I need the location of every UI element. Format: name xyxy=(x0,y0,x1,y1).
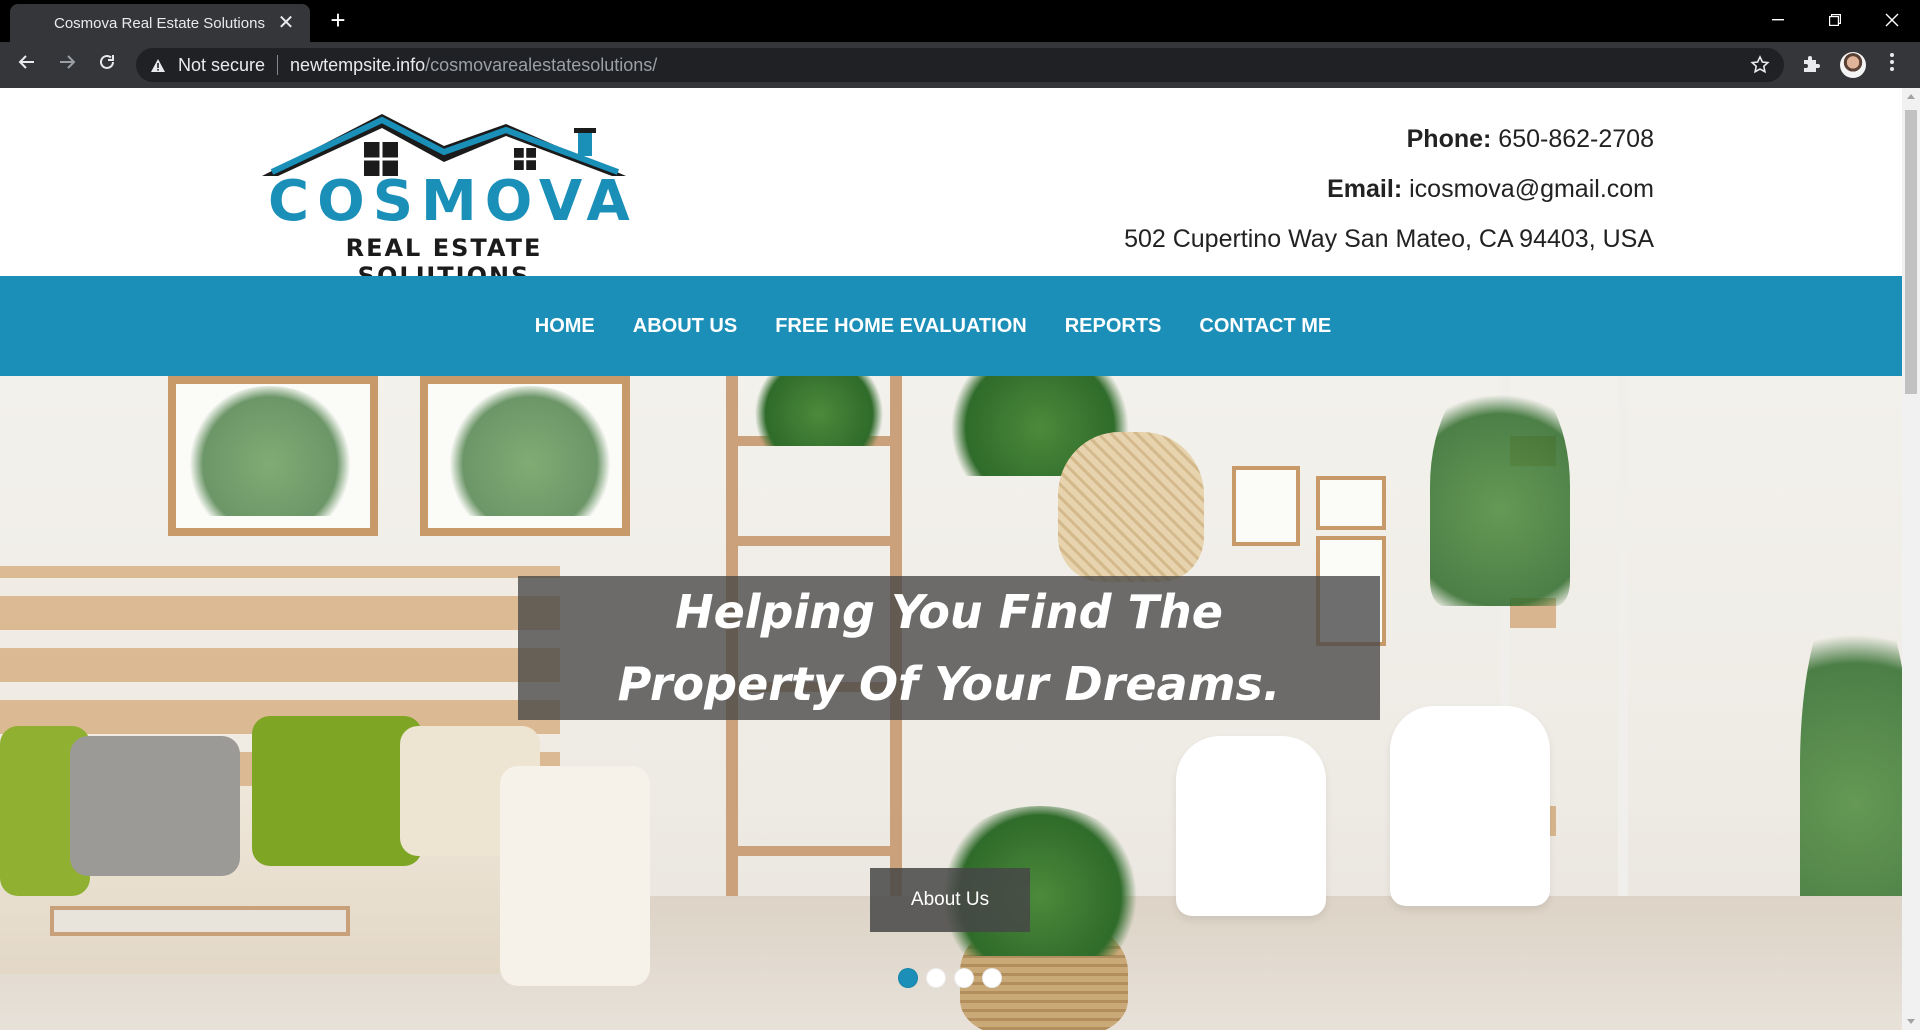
warning-icon xyxy=(150,56,168,74)
nav-free-home-evaluation[interactable]: FREE HOME EVALUATION xyxy=(775,315,1026,338)
scroll-up-arrow-icon[interactable] xyxy=(1907,94,1915,99)
white-chair xyxy=(1176,736,1326,916)
fur-pillow xyxy=(70,736,240,876)
bookmark-star-icon[interactable] xyxy=(1750,55,1770,78)
nav-reports[interactable]: REPORTS xyxy=(1065,315,1162,338)
shelf-board xyxy=(726,846,902,856)
wall-art-plant xyxy=(450,386,610,516)
white-shelf-post xyxy=(1618,376,1628,936)
back-arrow-icon[interactable] xyxy=(14,52,40,78)
close-window-button[interactable] xyxy=(1863,0,1920,40)
side-table xyxy=(50,906,350,936)
slider-dots xyxy=(898,968,1002,988)
slider-dot-4[interactable] xyxy=(982,968,1002,988)
security-label[interactable]: Not secure xyxy=(178,55,265,76)
wall-art-frame xyxy=(1316,476,1386,530)
shelf-plant xyxy=(744,376,894,446)
page-scrollbar[interactable] xyxy=(1902,88,1920,1030)
slider-dot-1[interactable] xyxy=(898,968,918,988)
email-label: Email: xyxy=(1327,175,1403,203)
phone-value[interactable]: 650-862-2708 xyxy=(1498,125,1654,153)
window-controls xyxy=(1749,0,1920,40)
nav-about-us[interactable]: ABOUT US xyxy=(633,315,737,338)
profile-avatar[interactable] xyxy=(1840,52,1866,78)
logo-wordmark: COSMOVA xyxy=(268,169,638,234)
about-us-button[interactable]: About Us xyxy=(870,868,1030,932)
url-host: newtempsite.info xyxy=(290,54,426,75)
site-header: COSMOVA REAL ESTATE SOLUTIONS Phone: 650… xyxy=(0,88,1902,290)
url-path: /cosmovarealestatesolutions/ xyxy=(425,54,658,75)
restore-icon xyxy=(1828,14,1841,26)
browser-tab-strip: Cosmova Real Estate Solutions ✕ + xyxy=(0,0,1920,42)
email-value[interactable]: icosmova@gmail.com xyxy=(1409,175,1654,203)
reload-icon[interactable] xyxy=(94,52,120,78)
nav-contact-me[interactable]: CONTACT ME xyxy=(1199,315,1331,338)
scroll-thumb[interactable] xyxy=(1905,110,1917,394)
wall-art-frame xyxy=(1232,466,1300,546)
site-logo[interactable]: COSMOVA REAL ESTATE SOLUTIONS xyxy=(258,106,638,290)
phone-line: Phone: 650-862-2708 xyxy=(1124,114,1654,164)
tall-plant xyxy=(1430,376,1570,606)
white-chair xyxy=(1390,706,1550,906)
hero-caption: Helping You Find The Property Of Your Dr… xyxy=(518,576,1380,720)
close-icon xyxy=(1885,13,1898,27)
wall-art-plant xyxy=(190,386,350,516)
shelf-board xyxy=(726,536,902,546)
pendant-lamp xyxy=(1058,432,1204,582)
browser-tab[interactable]: Cosmova Real Estate Solutions ✕ xyxy=(10,4,310,42)
hero-slider: Helping You Find The Property Of Your Dr… xyxy=(0,376,1902,1030)
green-pillow xyxy=(252,716,422,866)
slider-dot-3[interactable] xyxy=(954,968,974,988)
kebab-menu-icon[interactable] xyxy=(1882,52,1902,78)
knit-blanket xyxy=(500,766,650,986)
puzzle-icon[interactable] xyxy=(1800,53,1824,77)
phone-label: Phone: xyxy=(1406,125,1492,153)
restore-button[interactable] xyxy=(1806,0,1863,40)
address-line: 502 Cupertino Way San Mateo, CA 94403, U… xyxy=(1124,225,1654,253)
email-line: Email: icosmova@gmail.com xyxy=(1124,164,1654,214)
browser-toolbar: Not secure newtempsite.info /cosmovareal… xyxy=(0,42,1920,88)
scroll-down-arrow-icon[interactable] xyxy=(1907,1019,1915,1024)
minimize-icon xyxy=(1771,19,1784,21)
tab-title: Cosmova Real Estate Solutions xyxy=(54,14,265,32)
address-bar[interactable]: Not secure newtempsite.info /cosmovareal… xyxy=(136,48,1784,82)
nav-home[interactable]: HOME xyxy=(535,315,595,338)
hero-heading: Helping You Find The Property Of Your Dr… xyxy=(617,585,1281,711)
forward-arrow-icon[interactable] xyxy=(54,52,80,78)
slider-dot-2[interactable] xyxy=(926,968,946,988)
close-tab-icon[interactable]: ✕ xyxy=(276,13,296,33)
contact-info: Phone: 650-862-2708 Email: icosmova@gmai… xyxy=(1124,114,1654,264)
address-separator xyxy=(277,55,279,75)
new-tab-button[interactable]: + xyxy=(324,6,352,34)
page-viewport: COSMOVA REAL ESTATE SOLUTIONS Phone: 650… xyxy=(0,88,1902,1030)
main-navigation: HOME ABOUT US FREE HOME EVALUATION REPOR… xyxy=(0,276,1902,376)
minimize-button[interactable] xyxy=(1749,0,1806,40)
